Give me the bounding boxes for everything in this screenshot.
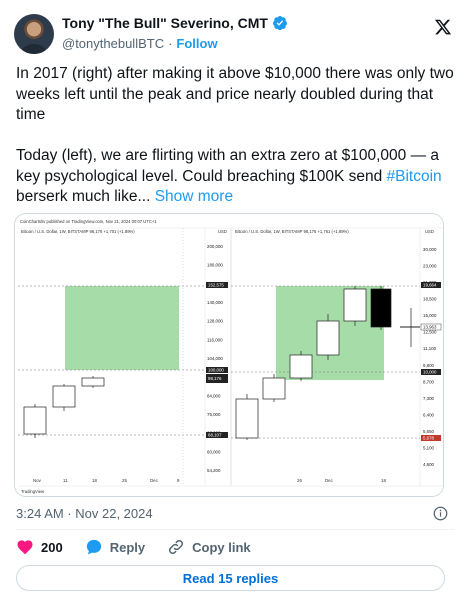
verified-badge-icon	[272, 16, 287, 31]
left-axis-tick-label: 84,000	[207, 393, 221, 398]
left-axis-tick-label: 60,000	[207, 449, 221, 454]
left-candle	[81, 377, 105, 387]
tweet-paragraph-2: Today (left), we are flirting with an ex…	[16, 146, 456, 208]
tweet-paragraph-2-tail: berserk much like...	[16, 188, 155, 205]
right-axis-tick-label: 12,500	[423, 330, 437, 335]
right-tag-bottom: 5,678	[423, 436, 435, 441]
right-chart-title: Bitcoin / U.S. Dollar, 1W, BITSTAMP 98,1…	[235, 229, 349, 234]
right-axis-tick-label: 18,500	[423, 297, 437, 302]
action-bar: 200 Reply Copy link	[16, 538, 273, 556]
left-highlight-zone	[65, 286, 179, 370]
left-axis-tick-label: 140,000	[207, 300, 223, 305]
like-count: 200	[41, 539, 63, 555]
left-chart-title: Bitcoin / U.S. Dollar, 1W, BITSTAMP 98,1…	[21, 229, 135, 234]
left-axis-tick-label: 54,200	[207, 468, 221, 473]
tweet-text: In 2017 (right) after making it above $1…	[16, 64, 456, 228]
left-x-label: 18	[92, 478, 97, 483]
left-tag-current: 98,176	[208, 376, 222, 381]
right-tag-current: 13,963	[423, 325, 437, 330]
left-x-label: 25	[122, 478, 127, 483]
display-name[interactable]: Tony "The Bull" Severino, CMT	[62, 15, 268, 31]
right-axis-tick-label: 9,800	[423, 363, 435, 368]
chart-header: CoinCharts/tv published on TradingView.c…	[20, 219, 157, 224]
copy-link-button[interactable]: Copy link	[167, 538, 251, 556]
right-candle	[262, 377, 286, 400]
avatar[interactable]	[14, 14, 54, 54]
handle[interactable]: @tonythebullBTC	[62, 36, 164, 51]
right-axis-tick-label: 23,000	[423, 264, 437, 269]
tweet-paragraph-2-text: Today (left), we are flirting with an ex…	[16, 147, 440, 185]
right-axis-tick-label: 5,100	[423, 446, 435, 451]
hashtag-bitcoin[interactable]: #Bitcoin	[387, 168, 442, 185]
right-tag-top: 19,664	[423, 283, 437, 288]
right-axis-tick-label: 8,700	[423, 379, 435, 384]
like-button[interactable]: 200	[16, 538, 63, 556]
left-candle	[52, 385, 76, 408]
chart-image-svg: CoinCharts/tv published on TradingView.c…	[15, 214, 443, 496]
divider	[16, 529, 454, 530]
tweet-chart-image[interactable]: CoinCharts/tv published on TradingView.c…	[14, 213, 444, 497]
right-axis-tick-label: 15,000	[423, 313, 437, 318]
left-axis-tick-label: 180,000	[207, 263, 223, 268]
info-icon[interactable]	[433, 506, 448, 521]
right-tag-10k: 10,000	[423, 370, 437, 375]
read-replies-button[interactable]: Read 15 replies	[16, 565, 445, 591]
show-more-link[interactable]: Show more	[155, 188, 233, 205]
tradingview-footer: TradingView	[21, 489, 45, 494]
copy-link-label: Copy link	[192, 539, 251, 555]
left-axis-tick-label: 128,000	[207, 319, 223, 324]
left-tag-100k: 100,000	[208, 368, 224, 373]
heart-icon	[17, 540, 33, 555]
x-logo-icon[interactable]	[434, 18, 452, 36]
left-tag-bottom: 68,107	[208, 433, 222, 438]
left-axis-tick-label: 200,000	[207, 244, 223, 249]
right-axis-tick-label: 5,650	[423, 429, 435, 434]
left-usd-label: USD	[218, 229, 227, 234]
follow-button[interactable]: Follow	[176, 36, 217, 51]
right-usd-label: USD	[425, 229, 434, 234]
tweet-card: Tony "The Bull" Severino, CMT @tonythebu…	[0, 0, 470, 608]
left-axis-tick-label: 104,000	[207, 356, 223, 361]
right-candle	[289, 354, 313, 379]
author-name-row: Tony "The Bull" Severino, CMT	[62, 15, 288, 31]
left-x-label: 11	[63, 478, 68, 483]
separator-dot: ·	[168, 36, 173, 51]
left-x-label: Nov	[33, 478, 42, 483]
reply-bubble-icon	[86, 539, 101, 555]
handle-row: @tonythebullBTC · Follow	[62, 36, 218, 51]
left-x-label: Dec	[150, 478, 159, 483]
right-axis-tick-label: 4,600	[423, 462, 435, 467]
right-candle	[316, 320, 340, 356]
right-axis-tick-label: 30,000	[423, 247, 437, 252]
right-candle	[235, 398, 259, 439]
left-axis-tick-label: 116,000	[207, 337, 223, 342]
left-candle	[23, 406, 47, 435]
right-x-label: Dec	[325, 478, 334, 483]
right-axis-tick-label: 7,300	[423, 396, 435, 401]
right-x-label: 18	[381, 478, 386, 483]
left-axis-tick-label: 75,000	[207, 412, 221, 417]
right-x-label: 26	[297, 478, 302, 483]
tweet-paragraph-1: In 2017 (right) after making it above $1…	[16, 65, 454, 123]
reply-label: Reply	[109, 539, 146, 555]
right-candle	[370, 288, 392, 328]
link-icon	[169, 539, 184, 555]
right-axis-tick-label: 6,400	[423, 412, 435, 417]
right-candle	[343, 288, 367, 322]
reply-button[interactable]: Reply	[85, 538, 145, 556]
left-tag-top: 152,575	[208, 283, 224, 288]
tweet-timestamp[interactable]: 3:24 AM · Nov 22, 2024	[16, 506, 153, 521]
right-axis-tick-label: 11,100	[423, 346, 437, 351]
